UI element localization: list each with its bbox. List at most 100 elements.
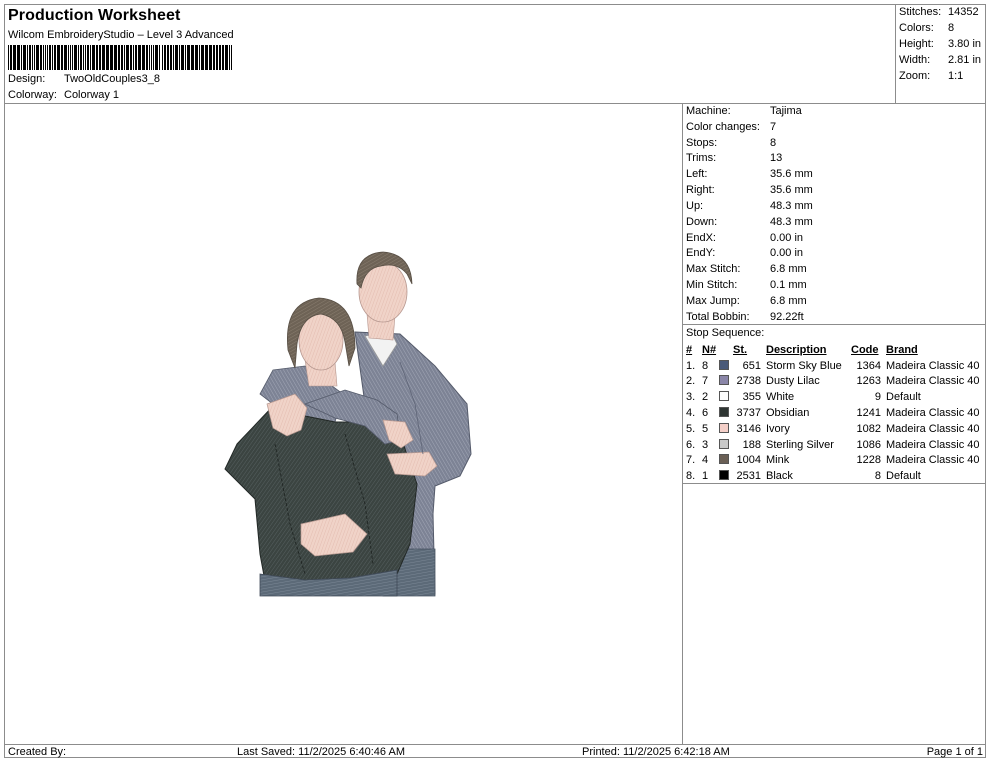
row-brand: Madeira Classic 40 [886, 407, 980, 420]
col-description: Description [766, 343, 827, 356]
row-stitches: 355 [742, 391, 761, 404]
table-row: 3. 2 355 White 9 Default [685, 389, 981, 405]
row-stitches: 651 [742, 359, 761, 372]
row-brand: Default [886, 391, 921, 404]
row-index: 6. [686, 438, 696, 451]
stat-colors: Colors: 8 [899, 22, 955, 34]
stop-sequence: Stop Sequence: # N# St. Description Code… [683, 324, 986, 484]
row-needle: 8 [702, 359, 709, 372]
row-description: Ivory [766, 422, 790, 435]
row-needle: 3 [702, 438, 709, 451]
row-needle: 5 [702, 422, 709, 435]
stat-zoom: Zoom: 1:1 [899, 70, 964, 82]
colorway-value: Colorway 1 [64, 89, 120, 101]
color-swatch-icon [719, 470, 729, 481]
row-description: Mink [766, 454, 790, 467]
design-label: Design: [8, 73, 46, 85]
color-swatch-icon [719, 375, 729, 386]
table-row: 6. 3 188 Sterling Silver 1086 Madeira Classic… [685, 437, 981, 453]
row-index: 5. [686, 422, 696, 435]
row-brand: Madeira Classic 40 [886, 438, 980, 451]
row-swatch [718, 374, 732, 390]
stop-sequence-table: # N# St. Description Code Brand 1. 8 651 St… [685, 342, 981, 484]
row-description: Black [766, 470, 793, 483]
row-index: 1. [686, 359, 696, 372]
stop-sequence-title: Stop Sequence: [686, 327, 765, 339]
color-swatch-icon [719, 454, 729, 465]
table-row: 4. 6 3737 Obsidian 1241 Madeira Classic 40 [685, 405, 981, 421]
col-brand: Brand [886, 343, 918, 356]
table-row: 2. 7 2738 Dusty Lilac 1263 Madeira Classic 40 [685, 374, 981, 390]
stat-width: Width: 2.81 in [899, 54, 982, 66]
row-index: 7. [686, 454, 696, 467]
table-row: 5. 5 3146 Ivory 1082 Madeira Classic 40 [685, 421, 981, 437]
machine-info-panel: Machine: Tajima Color changes: 7 Stops: 8 T… [683, 104, 986, 744]
info-down: Down: 48.3 mm [686, 216, 813, 228]
page-title: Production Worksheet [8, 7, 181, 24]
row-stitches: 188 [742, 438, 761, 451]
row-code: 8 [874, 470, 881, 483]
col-swatch [718, 342, 732, 358]
row-stitches: 3737 [736, 407, 761, 420]
row-description: Dusty Lilac [766, 375, 820, 388]
row-swatch [718, 405, 732, 421]
row-stitches: 2738 [736, 375, 761, 388]
printed-date: Printed: 11/2/2025 6:42:18 AM [582, 746, 730, 758]
worksheet-footer: Created By: Last Saved: 11/2/2025 6:40:4… [5, 744, 986, 758]
col-index: # [686, 343, 693, 356]
stat-height: Height: 3.80 in [899, 38, 982, 50]
created-by: Created By: [8, 746, 67, 758]
stat-stitches: Stitches: 14352 [899, 6, 979, 18]
row-swatch [718, 468, 732, 484]
row-swatch [718, 421, 732, 437]
row-code: 9 [874, 391, 881, 404]
row-needle: 6 [702, 407, 709, 420]
info-up: Up: 48.3 mm [686, 200, 813, 212]
embroidery-design-image [224, 251, 472, 597]
row-swatch [718, 453, 732, 469]
row-stitches: 1004 [736, 454, 761, 467]
row-swatch [718, 389, 732, 405]
colorway-label: Colorway: [8, 89, 57, 101]
color-swatch-icon [719, 359, 729, 370]
row-code: 1082 [856, 422, 881, 435]
table-row: 7. 4 1004 Mink 1228 Madeira Classic 40 [685, 453, 981, 469]
worksheet-header: Production Worksheet Wilcom EmbroiderySt… [5, 5, 895, 104]
table-row: 1. 8 651 Storm Sky Blue 1364 Madeira Classic … [685, 358, 981, 374]
col-needle: N# [702, 343, 717, 356]
row-swatch [718, 358, 732, 374]
row-brand: Madeira Classic 40 [886, 422, 980, 435]
row-brand: Madeira Classic 40 [886, 359, 980, 372]
design-preview [5, 104, 683, 744]
row-code: 1263 [856, 375, 881, 388]
last-saved: Last Saved: 11/2/2025 6:40:46 AM [237, 746, 405, 758]
software-name: Wilcom EmbroideryStudio – Level 3 Advanc… [8, 29, 234, 41]
info-max-stitch: Max Stitch: 6.8 mm [686, 263, 807, 275]
row-index: 3. [686, 391, 696, 404]
row-brand: Default [886, 470, 921, 483]
info-endy: EndY: 0.00 in [686, 247, 804, 259]
row-needle: 1 [702, 470, 709, 483]
color-swatch-icon [719, 438, 729, 449]
row-code: 1228 [856, 454, 881, 467]
barcode-icon [8, 45, 232, 70]
row-stitches: 2531 [736, 470, 761, 483]
col-stitches: St. [733, 343, 748, 356]
row-brand: Madeira Classic 40 [886, 375, 980, 388]
row-index: 8. [686, 470, 696, 483]
row-brand: Madeira Classic 40 [886, 454, 980, 467]
row-needle: 7 [702, 375, 709, 388]
row-description: White [766, 391, 795, 404]
page-number: Page 1 of 1 [926, 746, 983, 758]
col-code: Code [851, 343, 879, 356]
row-index: 4. [686, 407, 696, 420]
info-right: Right: 35.6 mm [686, 184, 813, 196]
row-needle: 2 [702, 391, 709, 404]
table-row: 8. 1 2531 Black 8 Default [685, 468, 981, 484]
row-description: Obsidian [766, 407, 810, 420]
row-description: Storm Sky Blue [766, 359, 842, 372]
stats-box: Stitches: 14352 Colors: 8 Height: 3.80 in W… [895, 5, 986, 104]
worksheet: Production Worksheet Wilcom EmbroiderySt… [4, 4, 986, 758]
row-description: Sterling Silver [766, 438, 834, 451]
info-min-stitch: Min Stitch: 0.1 mm [686, 279, 807, 291]
